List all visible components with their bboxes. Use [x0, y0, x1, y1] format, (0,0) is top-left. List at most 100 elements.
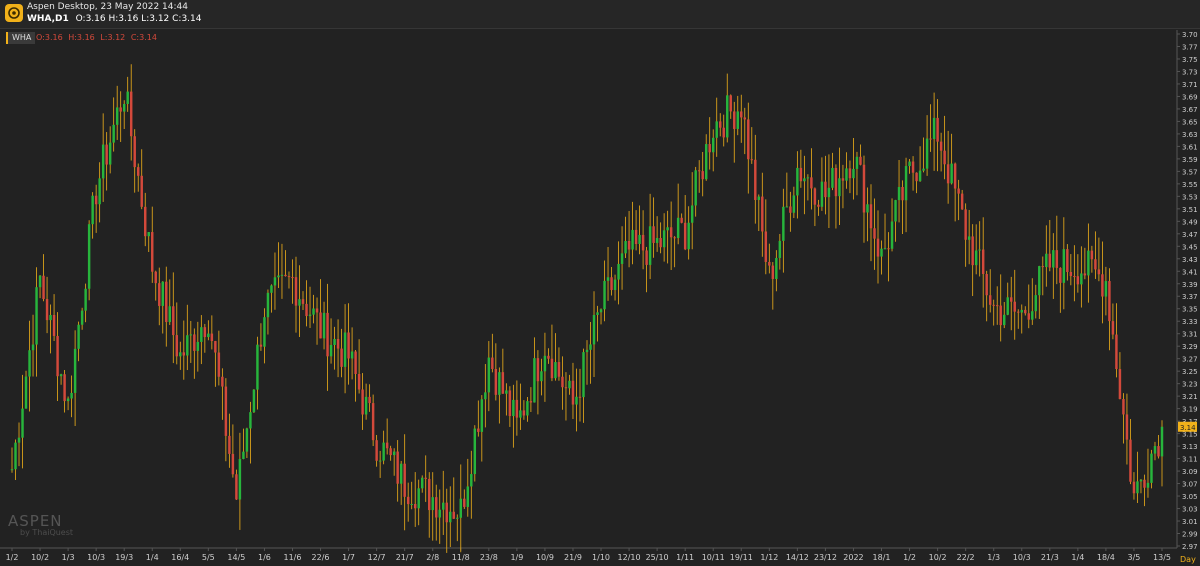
candle-body — [403, 463, 406, 497]
candle-body — [894, 200, 897, 222]
y-tick-label: 3.71 — [1182, 81, 1198, 89]
candle-body — [1045, 253, 1048, 268]
candle-body — [84, 288, 87, 311]
candle-body — [470, 474, 473, 487]
candle-body — [603, 280, 606, 310]
candle-body — [484, 392, 487, 400]
x-tick-label: 18/1 — [873, 553, 891, 562]
y-tick-label: 3.31 — [1182, 331, 1198, 339]
candle-body — [1150, 453, 1153, 483]
candle-body — [221, 376, 224, 387]
candle-body — [357, 373, 361, 390]
candle-body — [1080, 273, 1083, 285]
candle-body — [1006, 297, 1009, 315]
candle-body — [115, 107, 119, 125]
candle-body — [491, 357, 494, 369]
candle-body — [943, 150, 946, 165]
candle-body — [1111, 321, 1115, 335]
candle-body — [445, 502, 448, 523]
candle-body — [108, 142, 112, 165]
x-tick-label: 10/3 — [1013, 553, 1031, 562]
candle-body — [308, 314, 312, 317]
candle-body — [329, 344, 333, 357]
candle-body — [571, 380, 575, 405]
candle-body — [1013, 301, 1016, 312]
candle-body — [459, 498, 463, 518]
x-tick-label: 2022 — [843, 553, 863, 562]
candle-body — [1083, 273, 1087, 276]
candle-body — [10, 469, 14, 471]
candle-body — [1132, 481, 1136, 494]
candle-body — [978, 249, 981, 251]
candle-body — [589, 344, 592, 350]
candle-body — [908, 161, 911, 167]
candle-body — [964, 209, 967, 240]
candle-body — [382, 442, 385, 461]
candle-body — [1157, 446, 1160, 457]
candle-body — [410, 503, 413, 505]
candle-body — [929, 138, 932, 140]
candle-body — [1024, 309, 1027, 314]
candle-body — [578, 396, 582, 398]
candlestick-chart[interactable]: 3.70 3.77 3.75 3.73 3.71 3.69 3.67 3.65 3.63 3.61… — [0, 0, 1200, 566]
candle-body — [210, 333, 214, 342]
candle-body — [49, 314, 52, 321]
candle-body — [347, 332, 350, 359]
candle-body — [112, 124, 115, 143]
candle-body — [526, 401, 529, 416]
candle-body — [585, 349, 589, 353]
candle-body — [1160, 426, 1164, 457]
candle-body — [189, 334, 193, 336]
y-tick-label: 3.57 — [1182, 168, 1198, 176]
candle-body — [172, 306, 175, 336]
chart-symbol-tag[interactable]: WHA — [6, 32, 36, 44]
candle-body — [1041, 266, 1045, 268]
x-tick-label: 12/10 — [618, 553, 641, 562]
x-tick-label: 1/2 — [6, 553, 19, 562]
candle-body — [971, 236, 974, 266]
candle-body — [94, 195, 98, 205]
candle-body — [557, 362, 561, 377]
candle-body — [333, 338, 336, 345]
y-tick-label: 3.35 — [1182, 306, 1198, 314]
y-tick-label: 3.13 — [1182, 443, 1198, 451]
candle-body — [101, 144, 105, 179]
candle-body — [1010, 297, 1013, 302]
x-tick-label: 1/12 — [760, 553, 778, 562]
candle-body — [165, 281, 168, 323]
x-tick-label: 10/2 — [929, 553, 947, 562]
y-tick-label: 3.05 — [1182, 493, 1198, 501]
candle-body — [280, 274, 284, 276]
candle-body — [80, 310, 84, 325]
x-tick-label: 13/5 — [1153, 553, 1171, 562]
candle-body — [904, 166, 908, 201]
candle-body — [831, 167, 834, 188]
candle-body — [91, 195, 94, 225]
candle-body — [722, 127, 725, 138]
candle-body — [235, 474, 238, 500]
candle-body — [754, 159, 757, 200]
candle-body — [161, 281, 164, 306]
y-tick-label: 3.55 — [1182, 181, 1198, 189]
candle-body — [270, 285, 273, 293]
candle-body — [953, 163, 957, 189]
candle-body — [617, 263, 620, 280]
candle-body — [294, 277, 298, 306]
candle-body — [252, 389, 256, 413]
candle-body — [35, 287, 38, 345]
period-selector[interactable]: Day — [1180, 555, 1196, 564]
candle-body — [887, 248, 890, 250]
candle-body — [182, 352, 186, 356]
candle-body — [1017, 311, 1020, 313]
x-tick-label: 14/5 — [227, 553, 245, 562]
candle-body — [336, 338, 340, 349]
last-price-label: 3.14 — [1180, 424, 1196, 432]
y-tick-label: 3.41 — [1182, 268, 1198, 276]
candle-body — [487, 357, 491, 393]
candle-body — [729, 95, 732, 112]
plot-background — [0, 30, 1200, 566]
candle-body — [512, 399, 515, 417]
candle-body — [273, 277, 277, 286]
y-tick-label: 3.43 — [1182, 256, 1198, 264]
y-tick-label: 3.70 — [1182, 31, 1198, 39]
